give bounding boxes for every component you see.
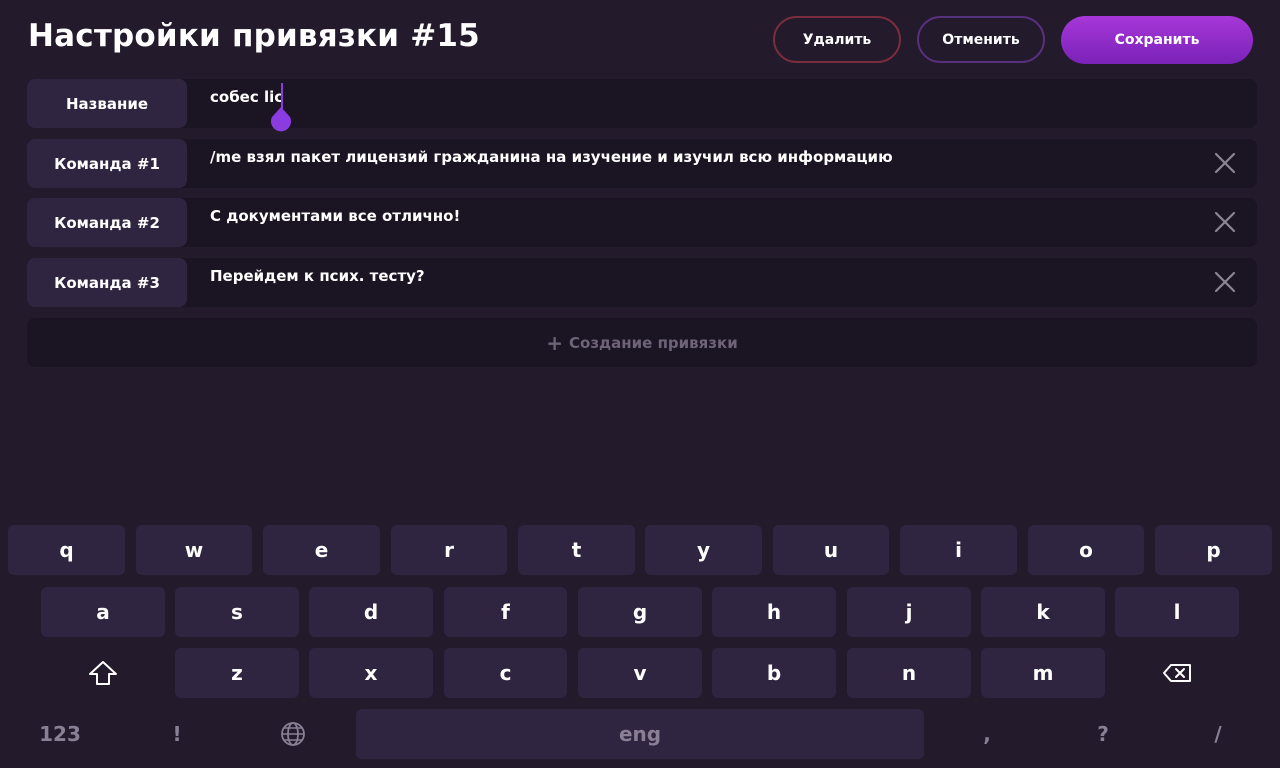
save-button[interactable]: Сохранить bbox=[1061, 16, 1253, 64]
space-key[interactable]: eng bbox=[356, 709, 924, 759]
command-row: Команда #1 /me взял пакет лицензий гражд… bbox=[27, 139, 1257, 188]
command-input[interactable]: /me взял пакет лицензий гражданина на из… bbox=[210, 148, 893, 166]
backspace-key[interactable] bbox=[1115, 648, 1239, 698]
name-input[interactable]: собес lic bbox=[210, 88, 283, 106]
plus-icon: + bbox=[546, 330, 564, 355]
create-binding-button[interactable]: + Создание привязки bbox=[27, 318, 1257, 367]
delete-button[interactable]: Удалить bbox=[773, 16, 901, 63]
key-d[interactable]: d bbox=[309, 587, 433, 637]
numbers-key[interactable]: 123 bbox=[10, 709, 110, 759]
command-input[interactable]: С документами все отлично! bbox=[210, 207, 460, 225]
key-r[interactable]: r bbox=[391, 525, 507, 575]
key-s[interactable]: s bbox=[175, 587, 299, 637]
key-f[interactable]: f bbox=[444, 587, 567, 637]
key-n[interactable]: n bbox=[847, 648, 971, 698]
key-y[interactable]: y bbox=[645, 525, 762, 575]
key-l[interactable]: l bbox=[1115, 587, 1239, 637]
key-q[interactable]: q bbox=[8, 525, 125, 575]
command-row: Команда #3 Перейдем к псих. тесту? bbox=[27, 258, 1257, 307]
language-key[interactable] bbox=[243, 709, 343, 759]
page-title: Настройки привязки #15 bbox=[28, 18, 480, 54]
command-input[interactable]: Перейдем к псих. тесту? bbox=[210, 267, 425, 285]
key-x[interactable]: x bbox=[309, 648, 433, 698]
create-binding-label: Создание привязки bbox=[569, 333, 738, 352]
key-a[interactable]: a bbox=[41, 587, 165, 637]
close-icon[interactable] bbox=[1213, 210, 1237, 234]
key-k[interactable]: k bbox=[981, 587, 1105, 637]
close-icon[interactable] bbox=[1213, 151, 1237, 175]
key-m[interactable]: m bbox=[981, 648, 1105, 698]
command-label: Команда #1 bbox=[27, 139, 187, 188]
key-b[interactable]: b bbox=[712, 648, 836, 698]
command-row: Команда #2 С документами все отлично! bbox=[27, 198, 1257, 247]
slash-key[interactable]: / bbox=[1168, 709, 1268, 759]
key-c[interactable]: c bbox=[444, 648, 567, 698]
key-e[interactable]: e bbox=[263, 525, 380, 575]
cancel-button[interactable]: Отменить bbox=[917, 16, 1045, 63]
close-icon[interactable] bbox=[1213, 270, 1237, 294]
exclaim-key[interactable]: ! bbox=[127, 709, 227, 759]
key-i[interactable]: i bbox=[900, 525, 1017, 575]
key-o[interactable]: o bbox=[1028, 525, 1144, 575]
key-p[interactable]: p bbox=[1155, 525, 1272, 575]
key-g[interactable]: g bbox=[578, 587, 702, 637]
key-h[interactable]: h bbox=[712, 587, 836, 637]
shift-icon bbox=[89, 661, 117, 685]
name-row: Название собес lic bbox=[27, 79, 1257, 132]
key-w[interactable]: w bbox=[136, 525, 252, 575]
name-label: Название bbox=[27, 79, 187, 128]
key-v[interactable]: v bbox=[578, 648, 702, 698]
key-j[interactable]: j bbox=[847, 587, 971, 637]
question-key[interactable]: ? bbox=[1053, 709, 1153, 759]
command-label: Команда #3 bbox=[27, 258, 187, 307]
shift-key[interactable] bbox=[41, 648, 165, 698]
caret-handle-icon[interactable] bbox=[269, 105, 293, 135]
backspace-icon bbox=[1163, 664, 1191, 682]
key-z[interactable]: z bbox=[175, 648, 299, 698]
command-label: Команда #2 bbox=[27, 198, 187, 247]
comma-key[interactable]: , bbox=[937, 709, 1037, 759]
key-t[interactable]: t bbox=[518, 525, 635, 575]
globe-icon bbox=[281, 722, 305, 746]
key-u[interactable]: u bbox=[773, 525, 889, 575]
